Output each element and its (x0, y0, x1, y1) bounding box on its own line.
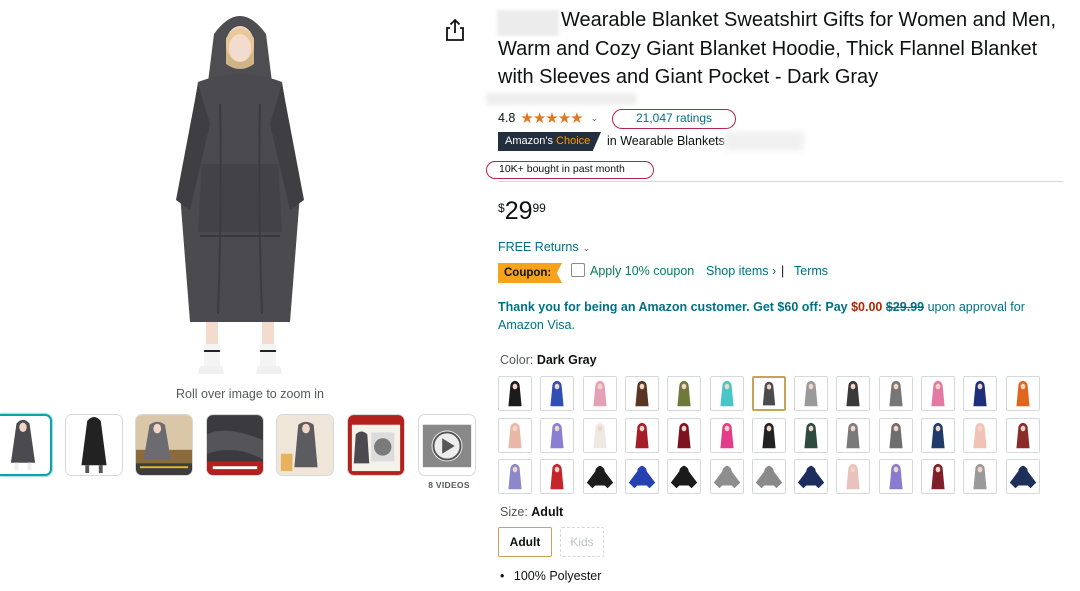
color-swatch[interactable] (836, 376, 871, 411)
videos-count-label: 8 VIDEOS (428, 480, 470, 490)
coupon-badge: Coupon: (498, 263, 562, 283)
visa-offer-strike-price: $29.99 (885, 300, 925, 314)
color-label: Color: Dark Gray (500, 353, 597, 367)
ratings-count-link[interactable]: 21,047 ratings (612, 109, 736, 129)
category-redaction (724, 132, 804, 150)
color-swatch[interactable] (921, 417, 955, 453)
amazon-visa-offer[interactable]: Thank you for being an Amazon customer. … (498, 298, 1058, 334)
rating-value: 4.8 (498, 111, 516, 125)
color-swatch[interactable] (709, 376, 744, 411)
color-swatch[interactable] (540, 376, 575, 411)
size-label: Size: Adult (500, 505, 563, 519)
color-swatch[interactable] (794, 376, 829, 411)
zoom-hint: Roll over image to zoom in (176, 387, 324, 401)
thumbnail-lifestyle-1[interactable] (135, 414, 193, 476)
thumbnail-fabric-closeup[interactable] (206, 414, 264, 476)
product-title: Wearable Blanket Sweatshirt Gifts for Wo… (498, 9, 1057, 88)
divider (498, 181, 1063, 182)
color-swatch[interactable] (794, 417, 829, 453)
thumbnail-black-hoodie[interactable] (65, 414, 123, 476)
color-swatch[interactable] (836, 417, 871, 453)
selected-size: Adult (531, 505, 564, 519)
size-option-kids[interactable]: Kids (560, 527, 604, 557)
color-swatch[interactable] (540, 459, 575, 494)
color-swatch[interactable] (709, 459, 744, 494)
price-whole: 29 (504, 197, 533, 225)
color-swatch[interactable] (582, 417, 617, 453)
choice-category: in Wearable Blankets (607, 134, 725, 148)
color-swatch[interactable] (624, 459, 659, 494)
feature-bullet-text: 100% Polyester (513, 569, 602, 583)
rating-row: 4.8 ★★★★★ ⌄ (498, 109, 598, 127)
chevron-down-icon: ⌄ (582, 243, 591, 253)
thumbnail-video[interactable] (418, 414, 476, 476)
main-product-image[interactable] (150, 4, 330, 380)
color-swatch[interactable] (667, 376, 702, 411)
price-symbol: $ (498, 201, 505, 215)
color-swatch[interactable] (582, 459, 617, 494)
store-link-redaction (486, 93, 636, 105)
thumbnail-lifestyle-2[interactable] (276, 414, 334, 476)
shop-items-link[interactable]: Shop items › (706, 264, 776, 278)
color-swatch[interactable] (963, 417, 998, 453)
star-rating-icon[interactable]: ★★★★★ (520, 109, 583, 127)
color-swatch[interactable] (498, 417, 532, 453)
color-swatch[interactable] (751, 459, 786, 494)
free-returns-link[interactable]: FREE Returns ⌄ (498, 240, 590, 254)
color-swatch[interactable] (624, 417, 659, 453)
color-swatch[interactable] (1005, 459, 1040, 494)
color-swatch[interactable] (667, 459, 702, 494)
amazons-choice-badge[interactable]: Amazon's Choice (498, 132, 601, 151)
color-swatch[interactable] (878, 417, 913, 453)
color-swatch[interactable] (921, 459, 955, 494)
color-swatch[interactable] (540, 417, 575, 453)
color-swatch[interactable] (963, 376, 998, 411)
color-swatch[interactable] (624, 376, 659, 411)
chevron-down-icon[interactable]: ⌄ (591, 113, 599, 124)
color-swatch[interactable] (498, 459, 532, 494)
color-swatch[interactable] (1005, 417, 1040, 453)
color-swatch[interactable] (667, 417, 702, 453)
share-icon[interactable] (444, 18, 466, 42)
color-swatch[interactable] (878, 459, 913, 494)
apply-coupon-label[interactable]: Apply 10% coupon (590, 264, 694, 278)
separator: | (781, 264, 785, 278)
bullet-dot: • (500, 569, 505, 583)
bought-in-past-month: 10K+ bought in past month (486, 161, 654, 179)
selected-color: Dark Gray (536, 353, 597, 367)
choice-badge-main: Amazon's (505, 135, 553, 147)
color-swatch[interactable] (878, 376, 913, 411)
color-swatch[interactable] (582, 376, 617, 411)
color-label-text: Color: (500, 353, 534, 367)
visa-offer-pay: $0.00 (851, 300, 883, 314)
thumbnail-gray-hoodie[interactable] (0, 414, 52, 476)
color-swatch[interactable] (709, 417, 744, 453)
price: $ 29 99 (498, 197, 546, 225)
color-swatch[interactable] (921, 376, 955, 411)
coupon-checkbox[interactable] (571, 263, 585, 277)
color-swatch[interactable] (1005, 376, 1040, 411)
size-option-adult[interactable]: Adult (498, 527, 552, 557)
terms-link[interactable]: Terms (794, 264, 828, 278)
color-swatch[interactable] (836, 459, 871, 494)
size-label-text: Size: (500, 505, 528, 519)
free-returns-label: FREE Returns (498, 240, 579, 254)
visa-offer-lead: Thank you for being an Amazon customer. … (498, 300, 848, 314)
price-fraction: 99 (532, 201, 546, 215)
color-swatch[interactable] (963, 459, 998, 494)
thumbnail-washer-info[interactable] (347, 414, 405, 476)
color-swatch[interactable] (751, 417, 786, 453)
feature-bullet: • 100% Polyester (500, 569, 601, 583)
color-swatch[interactable] (498, 376, 532, 411)
color-swatch[interactable] (751, 376, 786, 411)
color-swatch[interactable] (794, 459, 829, 494)
choice-badge-accent: Choice (556, 135, 591, 147)
